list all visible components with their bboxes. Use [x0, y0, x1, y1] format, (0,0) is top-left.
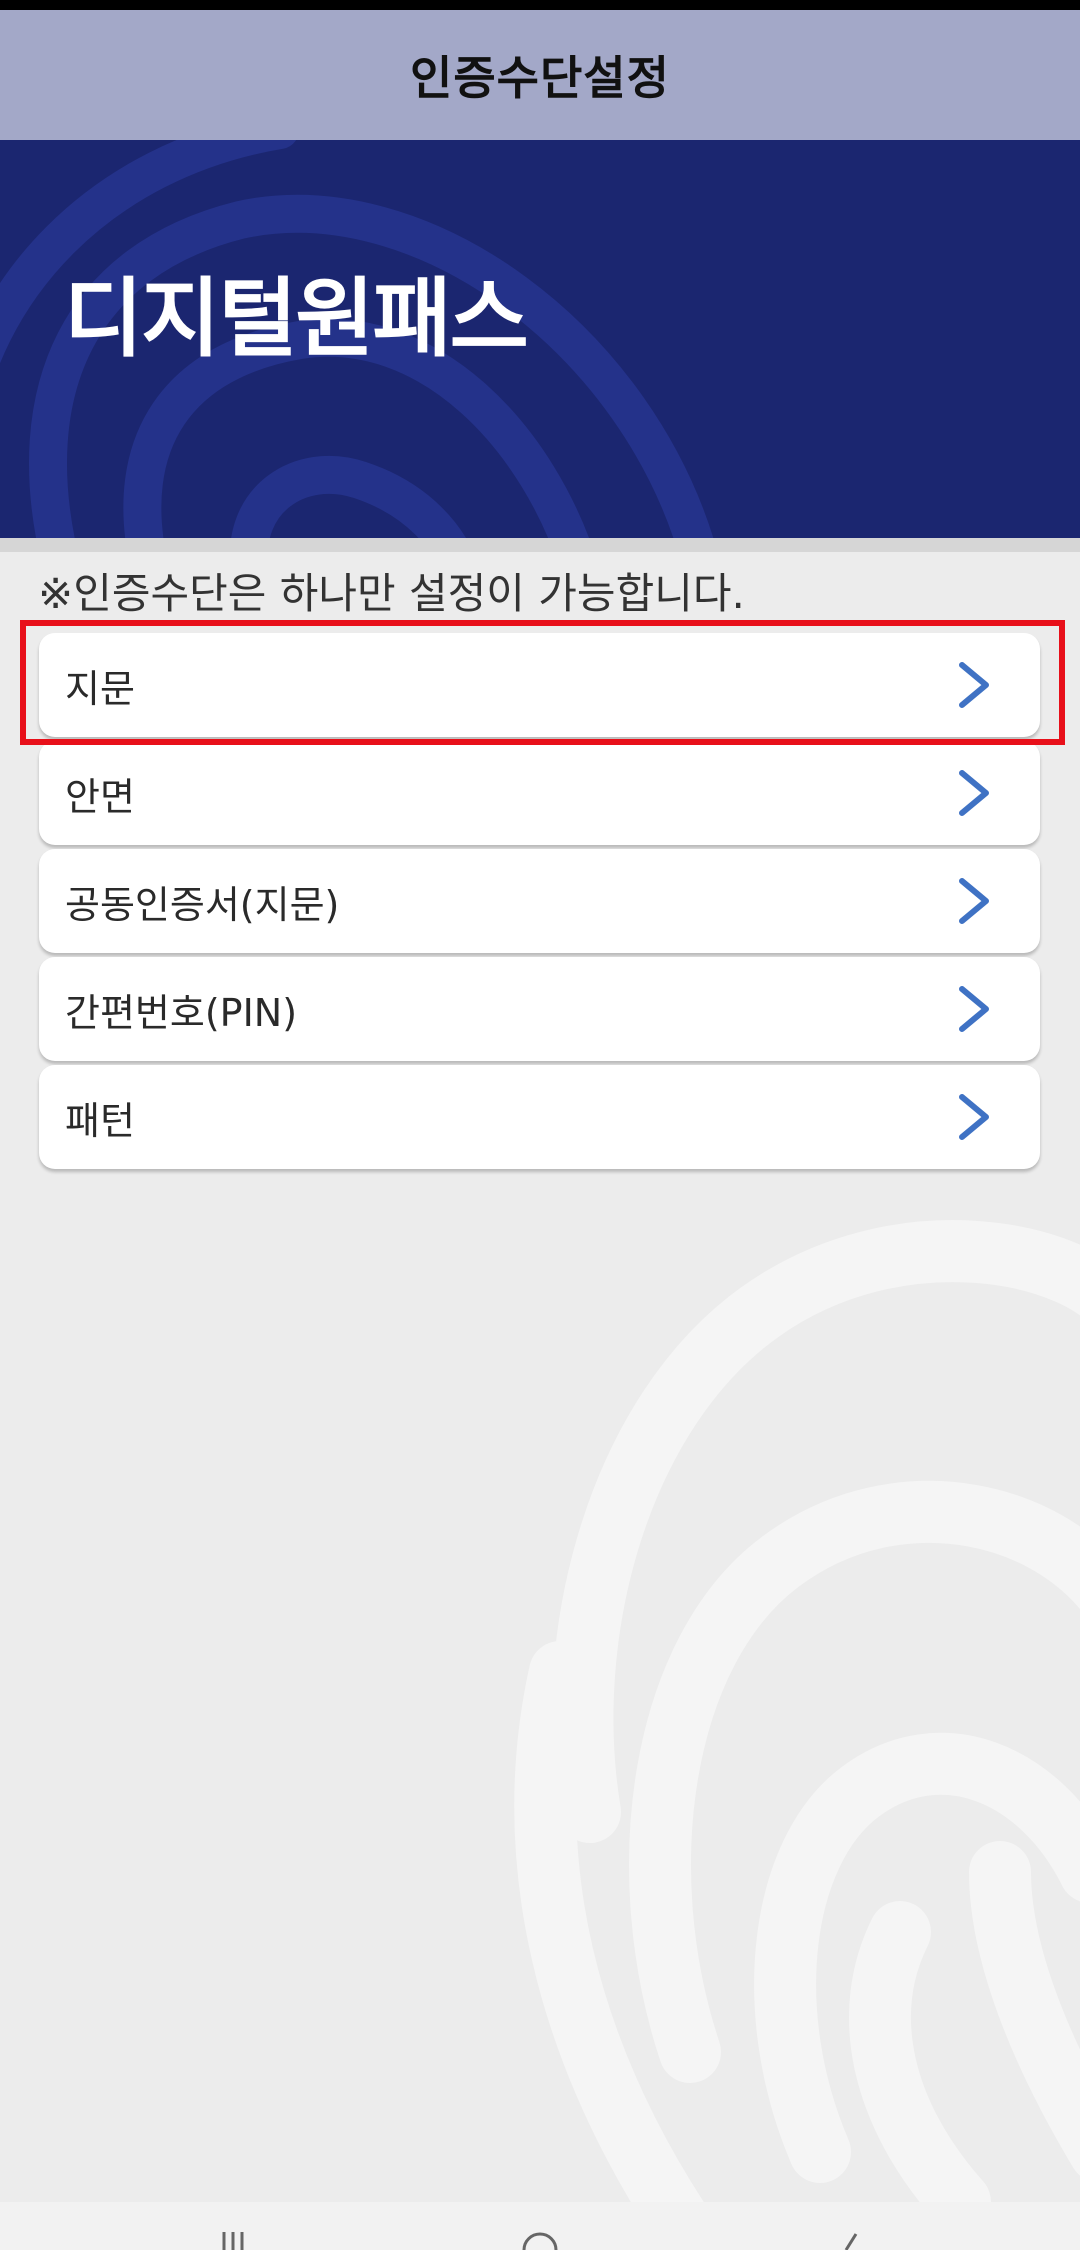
notice-text: ※인증수단은 하나만 설정이 가능합니다. [38, 569, 745, 618]
chevron-right-icon [959, 986, 989, 1032]
home-icon[interactable] [520, 2228, 560, 2250]
menu-item-label: 패턴 [65, 1098, 135, 1143]
menu-item-pattern[interactable]: 패턴 [39, 1065, 1040, 1169]
top-bar: 인증수단설정 [0, 10, 1080, 140]
status-bar [0, 0, 1080, 10]
menu-item-label: 안면 [65, 774, 135, 819]
banner-divider [0, 538, 1080, 552]
back-icon[interactable] [840, 2228, 864, 2250]
chevron-right-icon [959, 878, 989, 924]
menu-item-pin[interactable]: 간편번호(PIN) [39, 957, 1040, 1061]
page-title: 인증수단설정 [410, 51, 670, 105]
chevron-right-icon [959, 1094, 989, 1140]
brand-logo-text: 디지털원패스 [64, 269, 529, 369]
menu-item-label: 공동인증서(지문) [65, 882, 340, 927]
system-nav-bar [0, 2202, 1080, 2250]
menu-item-face[interactable]: 안면 [39, 741, 1040, 845]
chevron-right-icon [959, 770, 989, 816]
recent-apps-icon[interactable] [218, 2228, 248, 2250]
menu-item-certificate-fingerprint[interactable]: 공동인증서(지문) [39, 849, 1040, 953]
menu-item-label: 간편번호(PIN) [65, 990, 298, 1035]
brand-banner: 디지털원패스 [0, 140, 1080, 538]
selection-highlight [20, 620, 1065, 745]
